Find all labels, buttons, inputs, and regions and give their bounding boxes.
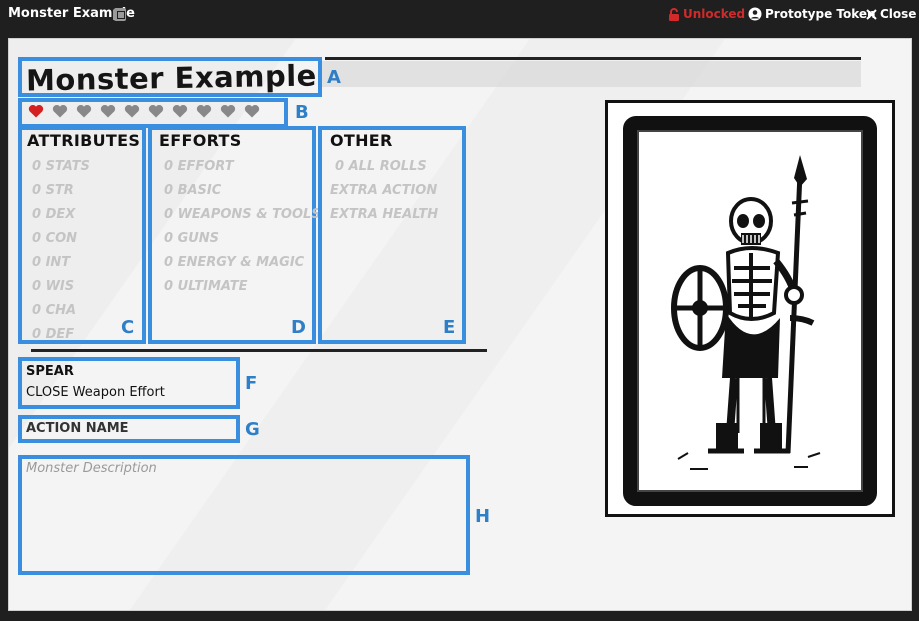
effort-basic[interactable]: 0 BASIC — [164, 182, 321, 206]
ink-line-decoration — [31, 349, 487, 352]
window-titlebar: Monster Example Unlocked Prototype Token… — [0, 0, 919, 30]
heart-empty-icon[interactable] — [76, 104, 92, 118]
attribute-stats[interactable]: 0 STATS — [32, 158, 90, 182]
attribute-dex[interactable]: 0 DEX — [32, 206, 90, 230]
marker-e: E — [443, 317, 456, 338]
health-hearts — [28, 104, 260, 118]
marker-c: C — [121, 317, 135, 338]
weapon-name[interactable]: SPEAR — [26, 364, 74, 379]
heart-empty-icon[interactable] — [244, 104, 260, 118]
close-icon — [866, 8, 877, 20]
marker-b: B — [295, 102, 309, 123]
action-name[interactable]: ACTION NAME — [26, 421, 129, 436]
user-circle-icon — [748, 7, 762, 21]
unlocked-label: Unlocked — [683, 7, 746, 21]
monster-description-placeholder[interactable]: Monster Description — [26, 461, 157, 476]
heart-empty-icon[interactable] — [100, 104, 116, 118]
attribute-wis[interactable]: 0 WIS — [32, 278, 90, 302]
efforts-list: 0 EFFORT 0 BASIC 0 WEAPONS & TOOLS 0 GUN… — [164, 158, 321, 302]
effort-weapons-tools[interactable]: 0 WEAPONS & TOOLS — [164, 206, 321, 230]
efforts-heading: EFFORTS — [159, 131, 242, 150]
heart-filled-icon[interactable] — [28, 104, 44, 118]
effort-effort[interactable]: 0 EFFORT — [164, 158, 321, 182]
heart-empty-icon[interactable] — [196, 104, 212, 118]
heart-empty-icon[interactable] — [124, 104, 140, 118]
weapon-description: CLOSE Weapon Effort — [26, 385, 165, 400]
effort-energy-magic[interactable]: 0 ENERGY & MAGIC — [164, 254, 321, 278]
other-extra-action[interactable]: EXTRA ACTION — [330, 182, 438, 206]
attribute-def[interactable]: 0 DEF — [32, 326, 90, 350]
prototype-token-label: Prototype Token — [765, 7, 876, 21]
heart-empty-icon[interactable] — [52, 104, 68, 118]
attribute-str[interactable]: 0 STR — [32, 182, 90, 206]
skeleton-illustration — [623, 116, 877, 506]
prototype-token-button[interactable]: Prototype Token — [748, 7, 876, 21]
monster-name[interactable]: Monster Example — [26, 58, 317, 97]
attribute-con[interactable]: 0 CON — [32, 230, 90, 254]
attribute-cha[interactable]: 0 CHA — [32, 302, 90, 326]
marker-h: H — [475, 506, 491, 527]
effort-guns[interactable]: 0 GUNS — [164, 230, 321, 254]
marker-g: G — [245, 419, 260, 440]
sheet-config-icon[interactable] — [114, 8, 126, 21]
other-extra-health[interactable]: EXTRA HEALTH — [330, 206, 438, 230]
heart-empty-icon[interactable] — [148, 104, 164, 118]
marker-f: F — [245, 373, 258, 394]
other-list: 0 ALL ROLLS EXTRA ACTION EXTRA HEALTH — [330, 158, 438, 230]
other-all-rolls[interactable]: 0 ALL ROLLS — [330, 158, 438, 182]
heart-empty-icon[interactable] — [220, 104, 236, 118]
close-button[interactable]: Close — [866, 7, 916, 21]
lock-open-icon — [668, 7, 680, 21]
brush-stroke-decoration — [321, 61, 861, 87]
monster-portrait[interactable] — [605, 100, 895, 517]
marker-d: D — [291, 317, 306, 338]
heart-empty-icon[interactable] — [172, 104, 188, 118]
other-heading: OTHER — [330, 131, 393, 150]
attribute-int[interactable]: 0 INT — [32, 254, 90, 278]
unlocked-toggle-button[interactable]: Unlocked — [668, 7, 745, 21]
ink-line-decoration — [325, 57, 861, 60]
marker-a: A — [327, 67, 341, 88]
attributes-heading: ATTRIBUTES — [27, 131, 141, 150]
effort-ultimate[interactable]: 0 ULTIMATE — [164, 278, 321, 302]
close-label: Close — [880, 7, 917, 21]
attributes-list: 0 STATS 0 STR 0 DEX 0 CON 0 INT 0 WIS 0 … — [32, 158, 90, 350]
